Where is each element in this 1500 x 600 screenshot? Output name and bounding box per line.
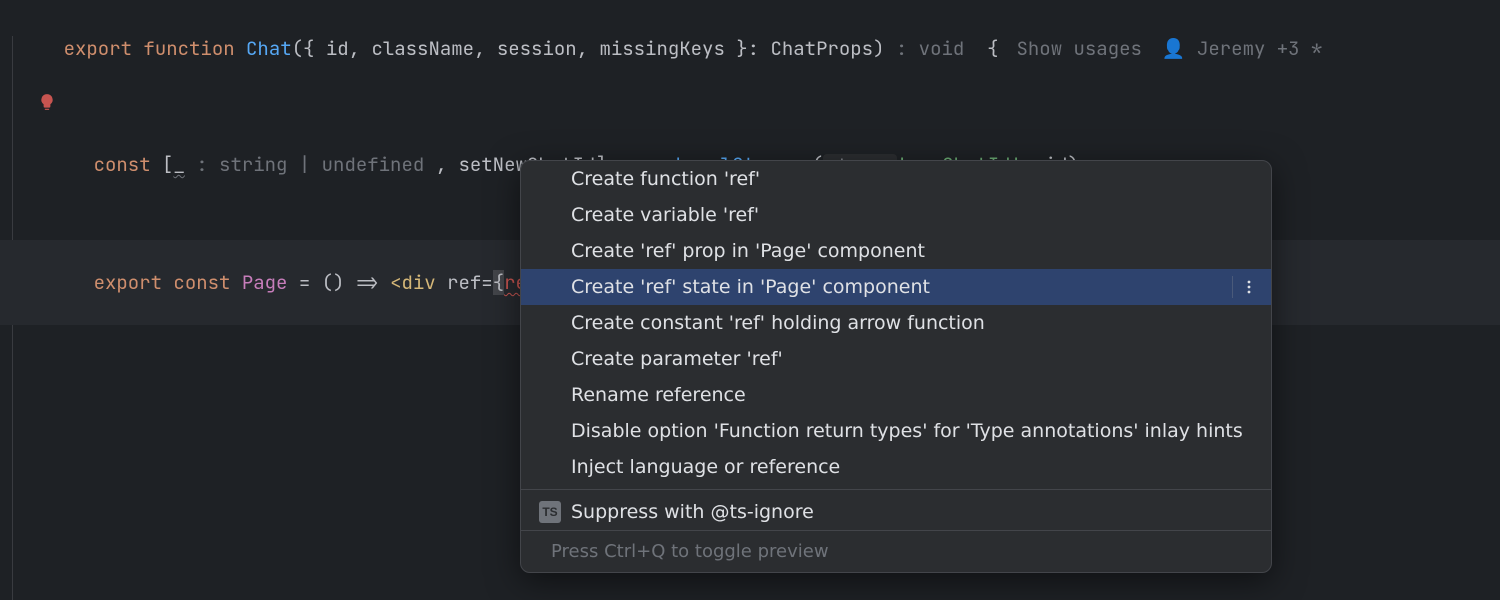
brace-open: { (493, 270, 504, 295)
keyword-const: const (94, 152, 151, 177)
popup-item-create-function[interactable]: Create function 'ref' (521, 161, 1271, 197)
popup-item-create-parameter[interactable]: Create parameter 'ref' (521, 341, 1271, 377)
person-icon: 👤 (1162, 36, 1197, 61)
inlay-return-hint: : void (884, 36, 975, 61)
popup-item-create-state[interactable]: Create 'ref' state in 'Page' component (521, 269, 1271, 305)
underscore-var: _ (173, 152, 184, 177)
blank-line[interactable] (0, 91, 1500, 122)
popup-item-create-prop[interactable]: Create 'ref' prop in 'Page' component (521, 233, 1271, 269)
popup-item-create-constant[interactable]: Create constant 'ref' holding arrow func… (521, 305, 1271, 341)
popup-item-inject-language[interactable]: Inject language or reference (521, 449, 1271, 485)
params: id, className, session, missingKeys (326, 36, 725, 61)
type: ChatProps (770, 36, 873, 61)
ts-icon: TS (539, 501, 561, 523)
popup-item-suppress-ts-ignore[interactable]: TS Suppress with @ts-ignore (521, 494, 1271, 530)
keyword-export: export (64, 36, 132, 61)
keyword-function: function (143, 36, 234, 61)
inlay-type-hint: : string | undefined (185, 152, 436, 177)
popup-footer-hint: Press Ctrl+Q to toggle preview (521, 530, 1271, 572)
popup-item-rename[interactable]: Rename reference (521, 377, 1271, 413)
usages-hint[interactable]: Show usages (1017, 36, 1142, 61)
code-line-1[interactable]: export function Chat({ id, className, se… (0, 6, 1500, 91)
more-actions-button[interactable] (1232, 276, 1251, 298)
const-name: Page (242, 270, 288, 295)
intention-bulb-icon[interactable] (38, 92, 56, 110)
vertical-dots-icon (1247, 279, 1251, 295)
popup-item-create-variable[interactable]: Create variable 'ref' (521, 197, 1271, 233)
popup-separator (521, 489, 1271, 490)
author-hint[interactable]: 👤 Jeremy +3 * (1162, 36, 1322, 61)
function-name: Chat (246, 36, 292, 61)
intention-actions-popup: Create function 'ref' Create variable 'r… (520, 160, 1272, 573)
popup-item-disable-hints[interactable]: Disable option 'Function return types' f… (521, 413, 1271, 449)
